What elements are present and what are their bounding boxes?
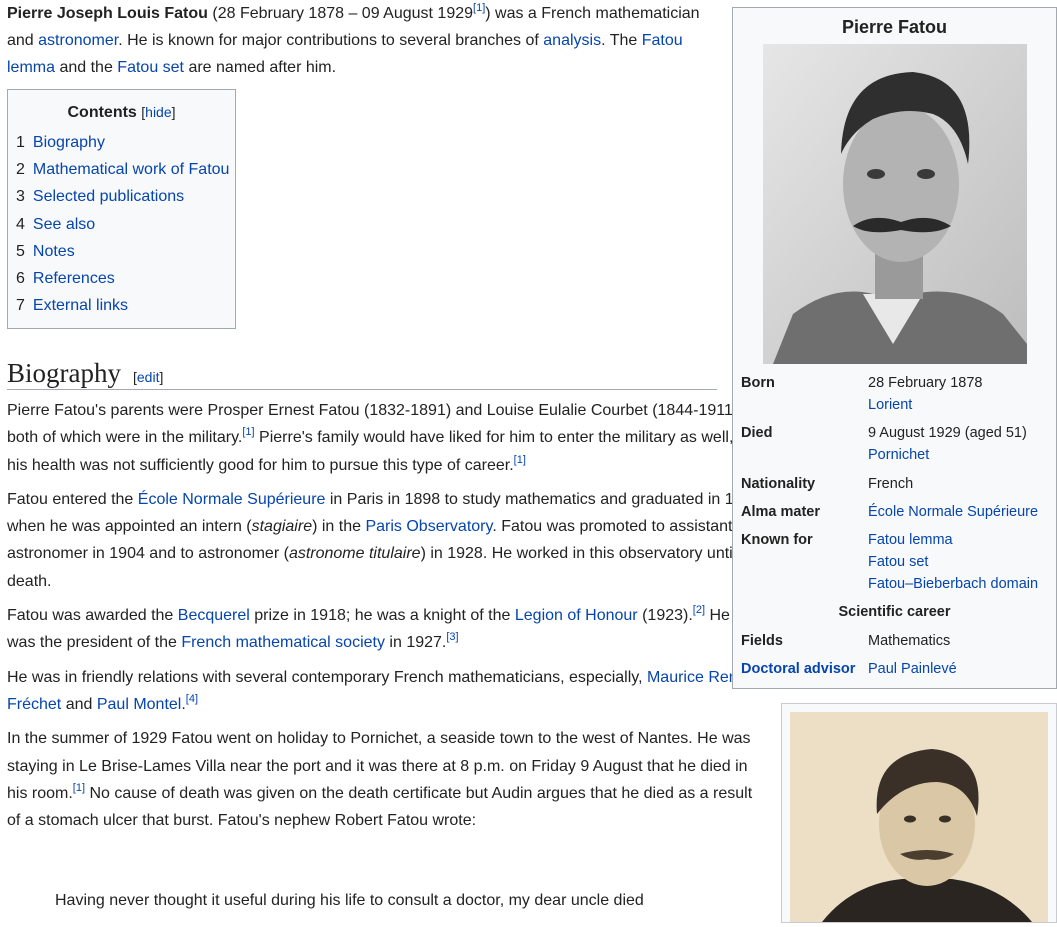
biography-heading-text: Biography xyxy=(7,358,121,388)
lead-paragraph: Pierre Joseph Louis Fatou (28 February 1… xyxy=(7,0,717,81)
astronomer-link[interactable]: astronomer xyxy=(38,32,118,49)
nationality-value: French xyxy=(868,476,914,492)
fatou-set-link[interactable]: Fatou set xyxy=(117,59,184,76)
paris-observatory-link[interactable]: Paris Observatory xyxy=(365,518,492,535)
french-math-society-link[interactable]: French mathematical society xyxy=(181,634,385,651)
edit-section: [edit] xyxy=(133,369,164,385)
ens-link[interactable]: École Normale Supérieure xyxy=(138,491,326,508)
doctoral-advisor-label-link[interactable]: Doctoral advisor xyxy=(741,658,855,680)
toc-hide-toggle: [hide] xyxy=(141,104,176,120)
ref-link-3[interactable]: [3] xyxy=(446,631,458,643)
portrait-image[interactable] xyxy=(763,44,1027,364)
table-of-contents: Contents [hide] 1 Biography 2 Mathematical… xyxy=(7,89,236,329)
known-for-value: Fatou lemma Fatou set Fatou–Bieberbach d… xyxy=(868,529,1038,595)
toc-item-notes[interactable]: 5 Notes xyxy=(16,238,235,265)
section-heading-biography: Biography [edit] xyxy=(7,356,717,390)
toc-title-text: Contents xyxy=(67,104,137,121)
stagiaire-term: stagiaire xyxy=(251,518,313,536)
toc-hide-link[interactable]: hide xyxy=(145,104,171,120)
bio-paragraph-4: He was in friendly relations with severa… xyxy=(7,668,747,713)
died-label: Died xyxy=(741,425,773,441)
fields-value: Mathematics xyxy=(868,633,951,649)
bio-paragraph-1: Pierre Fatou's parents were Prosper Erne… xyxy=(7,402,761,474)
pornichet-link[interactable]: Pornichet xyxy=(868,447,929,463)
toc-item-mathematical-work[interactable]: 2 Mathematical work of Fatou xyxy=(16,156,235,183)
ref-link-1[interactable]: [1] xyxy=(242,426,254,438)
known-fatou-lemma-link[interactable]: Fatou lemma xyxy=(868,532,953,548)
nationality-label: Nationality xyxy=(741,476,816,492)
ref-link-4[interactable]: [4] xyxy=(186,693,198,705)
bio-paragraph-3: Fatou was awarded the Becquerel prize in… xyxy=(7,604,730,652)
lead-text: . He is known for major contributions to… xyxy=(118,32,544,49)
infobox-title: Pierre Fatou xyxy=(841,17,948,37)
infobox: Pierre Fatou Born 28 February 1878 Lorie… xyxy=(732,7,1057,689)
ref-link-1[interactable]: [1] xyxy=(514,454,526,466)
died-value: 9 August 1929 (aged 51) Pornichet xyxy=(868,425,1027,463)
scientific-career-heading: Scientific career xyxy=(838,604,951,620)
bio-paragraph-2: Fatou entered the École Normale Supérieu… xyxy=(7,490,762,590)
toc-item-external-links[interactable]: 7 External links xyxy=(16,292,235,319)
lorient-link[interactable]: Lorient xyxy=(868,397,912,413)
analysis-link[interactable]: analysis xyxy=(543,32,601,49)
edit-section-link[interactable]: edit xyxy=(137,369,160,385)
lead-dates: (28 February 1878 – 09 August 1929 xyxy=(207,5,474,22)
toc-item-see-also[interactable]: 4 See also xyxy=(16,211,235,238)
ref-link-2[interactable]: [2] xyxy=(693,604,705,616)
toc-item-references[interactable]: 6 References xyxy=(16,265,235,292)
toc-title: Contents [hide] xyxy=(8,101,235,124)
titulaire-term: astronome titulaire xyxy=(288,545,421,563)
subject-name: Pierre Joseph Louis Fatou xyxy=(7,5,208,22)
ref-link-1[interactable]: [1] xyxy=(73,782,85,794)
toc-list: 1 Biography 2 Mathematical work of Fatou 3… xyxy=(16,129,235,319)
born-value: 28 February 1878 Lorient xyxy=(868,375,983,413)
known-fatou-bieberbach-link[interactable]: Fatou–Bieberbach domain xyxy=(868,576,1038,592)
painleve-link[interactable]: Paul Painlevé xyxy=(868,661,957,677)
young-portrait-photo xyxy=(790,712,1048,922)
fields-label: Fields xyxy=(741,633,783,649)
lead-text: . The xyxy=(601,32,642,49)
known-for-label: Known for xyxy=(741,532,813,548)
bio-paragraph-5: In the summer of 1929 Fatou went on holi… xyxy=(7,730,753,830)
toc-item-selected-publications[interactable]: 3 Selected publications xyxy=(16,183,235,210)
legion-of-honour-link[interactable]: Legion of Honour xyxy=(515,607,638,624)
alma-mater-label: Alma mater xyxy=(741,504,820,520)
young-fatou-thumbnail[interactable] xyxy=(781,703,1057,923)
block-quote: Having never thought it useful during hi… xyxy=(55,892,644,909)
alma-mater-link[interactable]: École Normale Supérieure xyxy=(868,504,1038,520)
montel-link[interactable]: Paul Montel xyxy=(97,696,182,713)
known-fatou-set-link[interactable]: Fatou set xyxy=(868,554,928,570)
born-label: Born xyxy=(741,375,775,391)
toc-item-biography[interactable]: 1 Biography xyxy=(16,129,235,156)
lead-text: are named after him. xyxy=(184,59,337,76)
lead-text: and the xyxy=(55,59,118,76)
biography-body: Pierre Fatou's parents were Prosper Erne… xyxy=(7,397,762,841)
ref-link-1[interactable]: [1] xyxy=(473,2,485,14)
portrait-photo xyxy=(763,44,1027,364)
becquerel-link[interactable]: Becquerel xyxy=(178,607,250,624)
